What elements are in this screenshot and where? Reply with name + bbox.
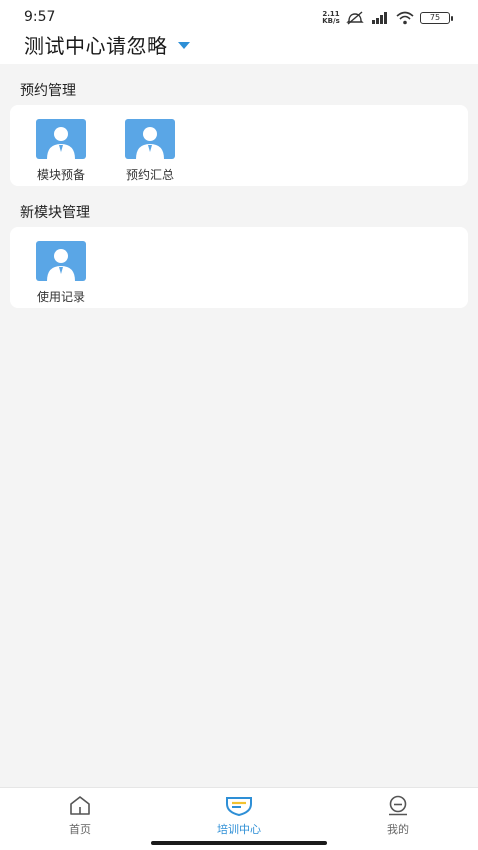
cellular-signal-icon [372,12,387,24]
tab-home[interactable]: 首页 [40,794,120,837]
tile-label: 预约汇总 [125,168,174,182]
tile-usage-records[interactable]: 使用记录 [21,241,101,305]
center-selector[interactable]: 测试中心请忽略 [24,30,190,59]
tab-label: 培训中心 [217,823,261,836]
wifi-icon [396,11,414,25]
user-avatar-icon [36,119,86,159]
shield-icon [226,797,252,817]
section-card-reservation: 模块预备 预约汇总 [10,105,468,186]
tile-reservation-summary[interactable]: 预约汇总 [110,119,190,183]
battery-indicator: 75 [420,12,453,24]
mute-icon [346,11,364,25]
user-avatar-icon [36,241,86,281]
tab-label: 我的 [387,823,409,836]
tile-module-prep[interactable]: 模块预备 [21,119,101,183]
home-indicator[interactable] [151,841,327,845]
tile-label: 模块预备 [36,168,85,182]
tab-mine[interactable]: 我的 [358,794,438,837]
caret-down-icon[interactable] [177,42,190,49]
section-title-new-module: 新模块管理 [20,205,90,221]
tab-label: 首页 [69,823,91,836]
home-icon [70,796,90,815]
page-title: 测试中心请忽略 [24,34,168,58]
app-header: 9:57 2.11 KB/s 75 测试中心请忽略 [0,0,478,64]
tile-label: 使用记录 [36,290,85,304]
status-time: 9:57 [24,9,56,25]
section-card-new-module: 使用记录 [10,227,468,308]
status-indicators: 2.11 KB/s 75 [322,9,453,27]
section-title-reservation: 预约管理 [20,83,76,99]
tab-training-center[interactable]: 培训中心 [199,794,279,837]
profile-icon [389,795,407,816]
network-speed: 2.11 KB/s [322,10,340,25]
user-avatar-icon [125,119,175,159]
